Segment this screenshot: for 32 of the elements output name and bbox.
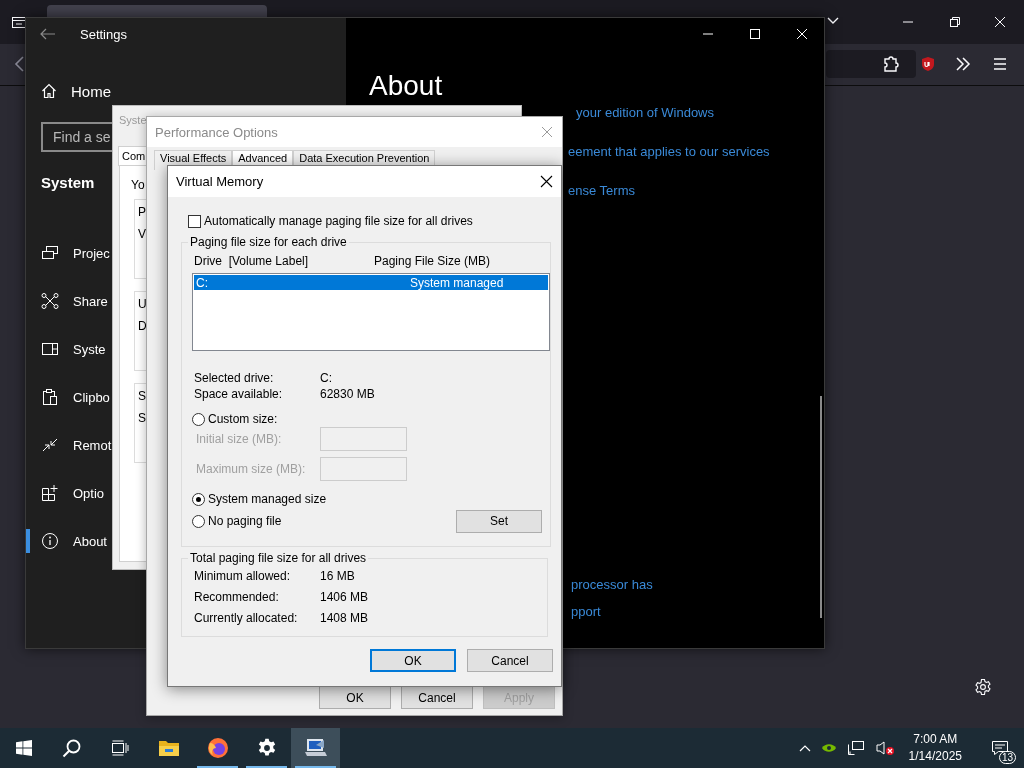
notification-count: 13: [998, 751, 1016, 764]
field-label: Currently allocated:: [194, 610, 299, 625]
group-text: V: [138, 227, 146, 241]
time-text: 7:00 AM: [913, 731, 958, 748]
field-label: Recommended:: [194, 589, 280, 604]
group-text: S: [138, 389, 146, 403]
group-title: Total paging file size for all drives: [189, 551, 368, 565]
field-label: Maximum size (MB):: [196, 462, 307, 476]
date-text: 1/14/2025: [908, 748, 962, 765]
window-title: Settings: [80, 26, 127, 42]
group-text: U: [138, 297, 147, 311]
field-value: 1406 MB: [320, 589, 369, 604]
field-label: Space available:: [194, 387, 284, 401]
field-value: C:: [320, 371, 332, 385]
column-header: Paging File Size (MB): [374, 254, 491, 268]
group-text: S: [138, 411, 146, 425]
window-title: Syste: [119, 114, 147, 126]
section-heading: System: [41, 174, 95, 191]
column-header: Drive [Volume Label]: [193, 254, 310, 268]
window-title: Virtual Memory: [176, 174, 264, 189]
description-text: Yo: [131, 178, 145, 192]
field-label: Selected drive:: [194, 371, 275, 385]
window-title: Performance Options: [155, 124, 278, 140]
field-label: Initial size (MB):: [196, 432, 283, 446]
field-label: Minimum allowed:: [194, 568, 292, 583]
field-value: 16 MB: [320, 568, 355, 583]
group-title: Paging file size for each drive: [189, 235, 348, 249]
group-text: D: [138, 319, 147, 333]
field-value: 62830 MB: [320, 387, 375, 401]
field-value: 1408 MB: [320, 610, 369, 625]
page-heading: About: [369, 69, 443, 103]
group-text: P: [138, 205, 146, 219]
